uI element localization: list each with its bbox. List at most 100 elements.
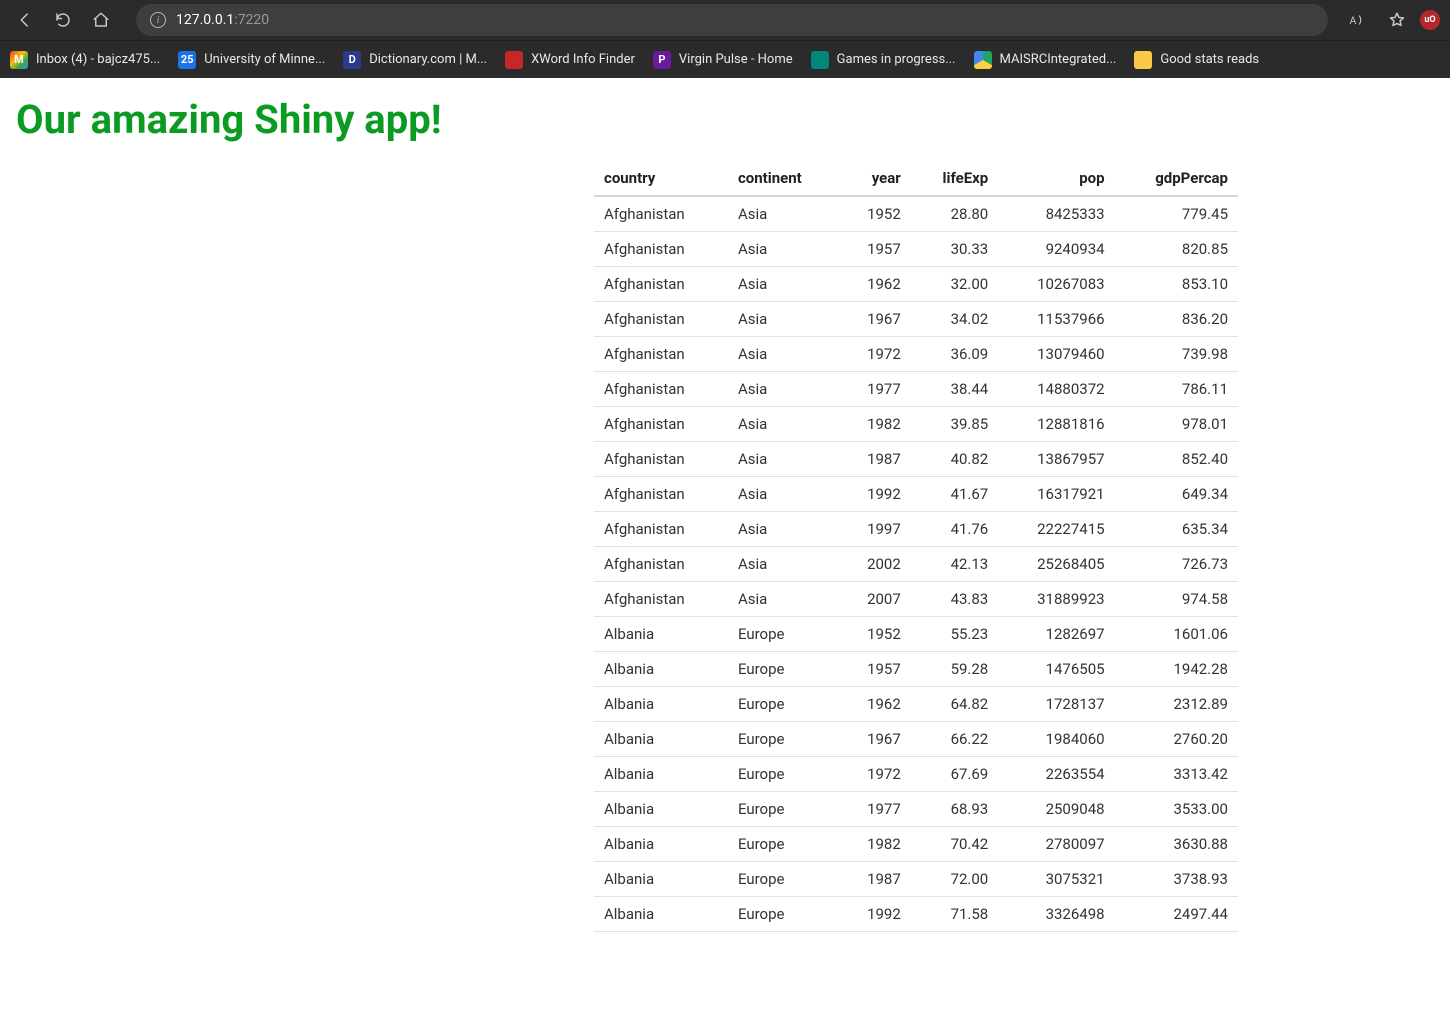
bookmark-favicon xyxy=(811,51,829,69)
site-info-icon[interactable]: i xyxy=(150,12,166,28)
column-header[interactable]: country xyxy=(594,161,728,196)
table-cell: 71.58 xyxy=(911,897,998,932)
url-bar[interactable]: i 127.0.0.1:7220 xyxy=(136,4,1328,36)
data-table: countrycontinentyearlifeExppopgdpPercap … xyxy=(594,161,1238,932)
table-cell: 649.34 xyxy=(1115,477,1238,512)
table-row: AfghanistanAsia200242.1325268405726.73 xyxy=(594,547,1238,582)
table-cell: 2263554 xyxy=(998,757,1114,792)
table-cell: Asia xyxy=(728,267,839,302)
table-cell: Afghanistan xyxy=(594,547,728,582)
table-row: AlbaniaEurope195255.2312826971601.06 xyxy=(594,617,1238,652)
table-cell: 55.23 xyxy=(911,617,998,652)
read-aloud-button[interactable]: A xyxy=(1340,3,1374,37)
bookmark-label: Inbox (4) - bajcz475... xyxy=(36,52,160,67)
table-row: AfghanistanAsia196734.0211537966836.20 xyxy=(594,302,1238,337)
bookmark-favicon: P xyxy=(653,51,671,69)
table-cell: 2312.89 xyxy=(1115,687,1238,722)
table-cell: Afghanistan xyxy=(594,337,728,372)
ublock-extension-icon[interactable]: uO xyxy=(1420,10,1440,30)
bookmark-item[interactable]: Good stats reads xyxy=(1134,51,1259,69)
table-cell: 14880372 xyxy=(998,372,1114,407)
back-button[interactable] xyxy=(8,3,42,37)
table-cell: 28.80 xyxy=(911,196,998,232)
bookmark-favicon: M xyxy=(10,51,28,69)
table-cell: 1952 xyxy=(839,617,910,652)
page-content: Our amazing Shiny app! countrycontinenty… xyxy=(0,78,1450,950)
table-cell: 852.40 xyxy=(1115,442,1238,477)
table-cell: Albania xyxy=(594,897,728,932)
table-container: countrycontinentyearlifeExppopgdpPercap … xyxy=(594,161,1438,932)
column-header[interactable]: pop xyxy=(998,161,1114,196)
table-cell: 2002 xyxy=(839,547,910,582)
table-cell: 41.67 xyxy=(911,477,998,512)
table-cell: 38.44 xyxy=(911,372,998,407)
table-body: AfghanistanAsia195228.808425333779.45Afg… xyxy=(594,196,1238,932)
table-cell: 1992 xyxy=(839,897,910,932)
bookmark-label: Good stats reads xyxy=(1160,52,1259,67)
nav-row: i 127.0.0.1:7220 A uO xyxy=(0,0,1450,40)
column-header[interactable]: gdpPercap xyxy=(1115,161,1238,196)
table-cell: 836.20 xyxy=(1115,302,1238,337)
table-cell: 1977 xyxy=(839,372,910,407)
table-cell: 66.22 xyxy=(911,722,998,757)
table-cell: Asia xyxy=(728,512,839,547)
table-cell: 1962 xyxy=(839,687,910,722)
table-cell: Afghanistan xyxy=(594,512,728,547)
toolbar-right: A uO xyxy=(1340,3,1442,37)
table-cell: Europe xyxy=(728,652,839,687)
table-row: AfghanistanAsia195730.339240934820.85 xyxy=(594,232,1238,267)
table-row: AfghanistanAsia199741.7622227415635.34 xyxy=(594,512,1238,547)
table-cell: 2760.20 xyxy=(1115,722,1238,757)
table-cell: Afghanistan xyxy=(594,267,728,302)
table-cell: Asia xyxy=(728,547,839,582)
table-cell: Europe xyxy=(728,792,839,827)
table-cell: 853.10 xyxy=(1115,267,1238,302)
table-cell: 974.58 xyxy=(1115,582,1238,617)
table-cell: 1967 xyxy=(839,722,910,757)
table-cell: 1282697 xyxy=(998,617,1114,652)
table-cell: Albania xyxy=(594,792,728,827)
column-header[interactable]: lifeExp xyxy=(911,161,998,196)
table-cell: 30.33 xyxy=(911,232,998,267)
table-row: AlbaniaEurope197768.9325090483533.00 xyxy=(594,792,1238,827)
table-cell: Albania xyxy=(594,722,728,757)
bookmark-label: XWord Info Finder xyxy=(531,52,635,67)
bookmark-item[interactable]: XWord Info Finder xyxy=(505,51,635,69)
bookmark-item[interactable]: DDictionary.com | M... xyxy=(343,51,487,69)
table-cell: 72.00 xyxy=(911,862,998,897)
table-cell: 1967 xyxy=(839,302,910,337)
table-row: AfghanistanAsia199241.6716317921649.34 xyxy=(594,477,1238,512)
table-cell: 1962 xyxy=(839,267,910,302)
table-cell: 34.02 xyxy=(911,302,998,337)
bookmark-item[interactable]: 25University of Minne... xyxy=(178,51,325,69)
home-icon xyxy=(92,11,110,29)
bookmark-item[interactable]: Games in progress... xyxy=(811,51,956,69)
table-cell: 1984060 xyxy=(998,722,1114,757)
table-cell: 42.13 xyxy=(911,547,998,582)
table-cell: Asia xyxy=(728,302,839,337)
table-cell: 64.82 xyxy=(911,687,998,722)
table-cell: Afghanistan xyxy=(594,407,728,442)
browser-chrome: i 127.0.0.1:7220 A uO M Inbox (4) - bajcz… xyxy=(0,0,1450,78)
arrow-left-icon xyxy=(16,11,34,29)
table-cell: 635.34 xyxy=(1115,512,1238,547)
bookmark-item[interactable]: MAISRCIntegrated... xyxy=(974,51,1117,69)
table-cell: 12881816 xyxy=(998,407,1114,442)
table-cell: 9240934 xyxy=(998,232,1114,267)
table-cell: 786.11 xyxy=(1115,372,1238,407)
bookmark-item[interactable]: M Inbox (4) - bajcz475... xyxy=(10,51,160,69)
column-header[interactable]: continent xyxy=(728,161,839,196)
bookmark-item[interactable]: PVirgin Pulse - Home xyxy=(653,51,793,69)
home-button[interactable] xyxy=(84,3,118,37)
table-cell: Asia xyxy=(728,582,839,617)
column-header[interactable]: year xyxy=(839,161,910,196)
table-cell: 1942.28 xyxy=(1115,652,1238,687)
table-cell: 820.85 xyxy=(1115,232,1238,267)
refresh-button[interactable] xyxy=(46,3,80,37)
bookmark-favicon: D xyxy=(343,51,361,69)
favorite-button[interactable] xyxy=(1380,3,1414,37)
table-cell: 41.76 xyxy=(911,512,998,547)
table-cell: Afghanistan xyxy=(594,477,728,512)
layout-row: countrycontinentyearlifeExppopgdpPercap … xyxy=(12,161,1438,932)
table-cell: Europe xyxy=(728,722,839,757)
